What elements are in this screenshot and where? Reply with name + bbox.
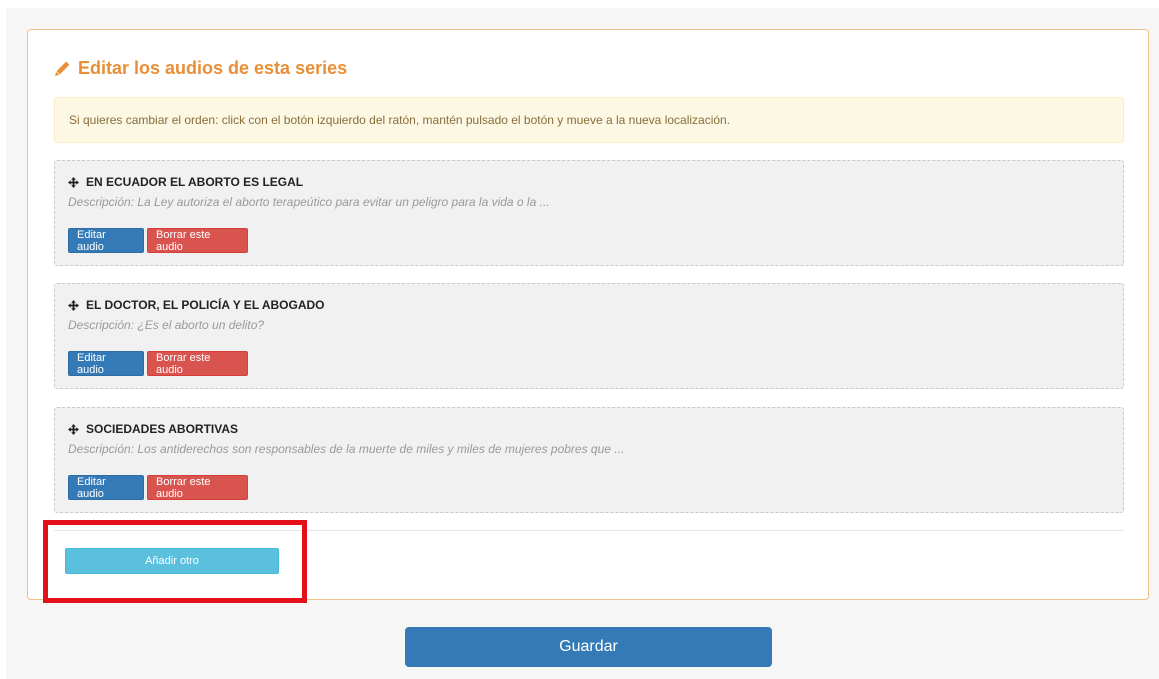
save-button[interactable]: Guardar xyxy=(405,627,772,667)
audio-item[interactable]: EL DOCTOR, EL POLICÍA Y EL ABOGADO Descr… xyxy=(54,283,1124,389)
delete-audio-button[interactable]: Borrar este audio xyxy=(147,351,248,376)
audio-item-title-text: EL DOCTOR, EL POLICÍA Y EL ABOGADO xyxy=(86,298,325,312)
audio-item-title-text: SOCIEDADES ABORTIVAS xyxy=(86,422,239,436)
move-icon[interactable] xyxy=(68,299,79,311)
delete-audio-button[interactable]: Borrar este audio xyxy=(147,475,248,500)
panel-title: Editar los audios de esta series xyxy=(54,58,347,79)
reorder-info-alert: Si quieres cambiar el orden: click con e… xyxy=(54,97,1124,143)
divider xyxy=(54,530,1124,531)
delete-audio-button[interactable]: Borrar este audio xyxy=(147,228,248,253)
audios-panel: Editar los audios de esta series Si quie… xyxy=(27,29,1149,600)
edit-audio-button[interactable]: Editar audio xyxy=(68,475,144,500)
panel-title-text: Editar los audios de esta series xyxy=(78,58,348,78)
audio-item-title-text: EN ECUADOR EL ABORTO ES LEGAL xyxy=(86,175,304,189)
move-icon[interactable] xyxy=(68,423,79,435)
audio-item-title: SOCIEDADES ABORTIVAS xyxy=(68,422,238,436)
add-another-button[interactable]: Añadir otro xyxy=(65,548,279,574)
audio-item-description: Descripción: Los antiderechos son respon… xyxy=(68,442,625,456)
audio-item-description: Descripción: La Ley autoriza el aborto t… xyxy=(68,195,550,209)
pencil-icon xyxy=(55,61,70,76)
edit-audio-button[interactable]: Editar audio xyxy=(68,351,144,376)
edit-audio-button[interactable]: Editar audio xyxy=(68,228,144,253)
audio-item-title: EN ECUADOR EL ABORTO ES LEGAL xyxy=(68,175,303,189)
audio-item-description: Descripción: ¿Es el aborto un delito? xyxy=(68,318,265,332)
move-icon[interactable] xyxy=(68,176,79,188)
audio-item[interactable]: EN ECUADOR EL ABORTO ES LEGAL Descripció… xyxy=(54,160,1124,266)
audio-item-title: EL DOCTOR, EL POLICÍA Y EL ABOGADO xyxy=(68,298,324,312)
audio-item[interactable]: SOCIEDADES ABORTIVAS Descripción: Los an… xyxy=(54,407,1124,513)
